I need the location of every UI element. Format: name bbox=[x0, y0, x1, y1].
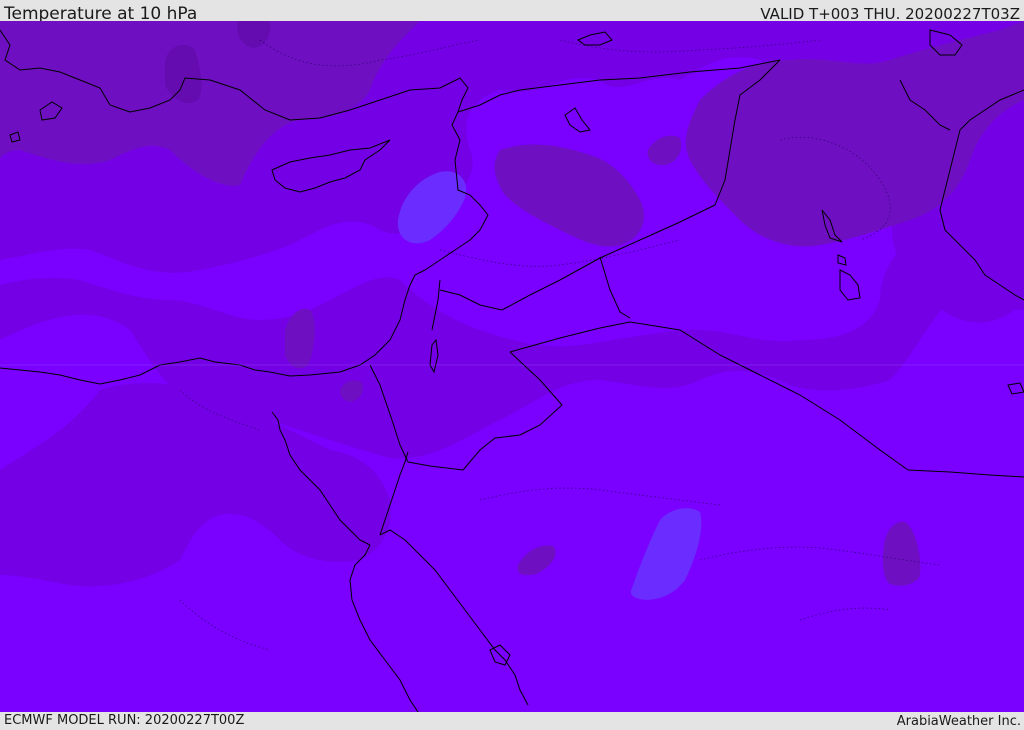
credit-label: ArabiaWeather Inc. bbox=[896, 714, 1021, 729]
model-run: ECMWF MODEL RUN: 20200227T00Z bbox=[4, 713, 245, 728]
map-svg bbox=[0, 21, 1024, 712]
footer-bar: ECMWF MODEL RUN: 20200227T00Z ArabiaWeat… bbox=[0, 712, 1024, 729]
header-bar: Temperature at 10 hPa VALID T+003 THU. 2… bbox=[0, 0, 1024, 24]
map-frame: Temperature at 10 hPa VALID T+003 THU. 2… bbox=[0, 0, 1024, 729]
map-canvas[interactable] bbox=[0, 21, 1024, 712]
